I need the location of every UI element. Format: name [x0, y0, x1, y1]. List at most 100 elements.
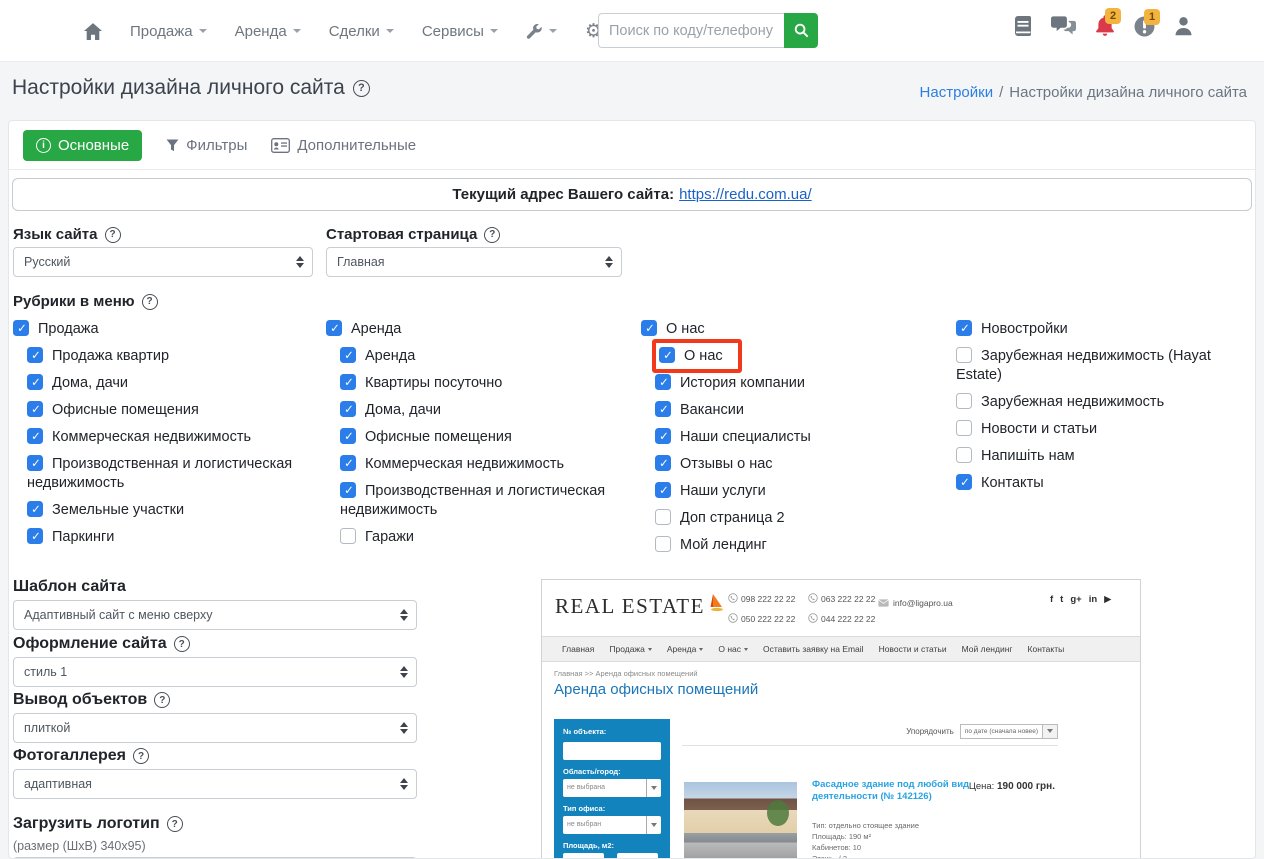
preview-menu-item-1[interactable]: Главная: [562, 644, 594, 654]
checkbox[interactable]: [27, 347, 44, 364]
checkbox-item[interactable]: О нас: [641, 320, 943, 339]
checkbox[interactable]: [655, 482, 672, 499]
wrench-icon[interactable]: [526, 23, 557, 40]
checkbox-item[interactable]: О нас: [641, 339, 943, 373]
preview-menu-item-6[interactable]: Новости и статьи: [879, 644, 947, 654]
youtube-icon[interactable]: ▶: [1104, 594, 1111, 605]
checkbox[interactable]: [326, 320, 343, 337]
checkbox-item[interactable]: Паркинги: [13, 528, 315, 547]
checkbox[interactable]: [956, 393, 972, 409]
nav-item-4[interactable]: Сервисы: [422, 23, 498, 40]
language-select[interactable]: Русский: [13, 247, 313, 277]
nav-item-2[interactable]: Аренда: [235, 23, 301, 40]
linkedin-icon[interactable]: in: [1089, 594, 1097, 605]
checkbox-item[interactable]: Дома, дачи: [13, 374, 315, 393]
help-icon[interactable]: [104, 226, 121, 243]
checkbox[interactable]: [655, 374, 672, 391]
checkbox-item[interactable]: Продажа: [13, 320, 315, 339]
region-select[interactable]: не выбрана: [563, 778, 661, 797]
checkbox-item[interactable]: Аренда: [326, 347, 628, 366]
checkbox[interactable]: [655, 509, 671, 525]
checkbox[interactable]: [655, 428, 672, 445]
search-button[interactable]: [784, 13, 818, 48]
checkbox[interactable]: [655, 401, 672, 418]
checkbox-item[interactable]: Аренда: [326, 320, 628, 339]
checkbox[interactable]: [340, 374, 357, 391]
checkbox[interactable]: [655, 455, 672, 472]
messages-icon[interactable]: [1051, 16, 1076, 36]
checkbox[interactable]: [27, 455, 44, 472]
checkbox-item[interactable]: Вакансии: [641, 401, 943, 420]
checkbox-item[interactable]: Квартиры посуточно: [326, 374, 628, 393]
checkbox-item[interactable]: Производственная и логистическая недвижи…: [13, 455, 315, 493]
checkbox[interactable]: [956, 320, 973, 337]
sort-select[interactable]: по дате (сначала новее): [959, 723, 1058, 739]
checkbox-item[interactable]: История компании: [641, 374, 943, 393]
tab-additional[interactable]: Дополнительные: [271, 137, 416, 154]
alerts-icon[interactable]: 1: [1134, 8, 1161, 37]
checkbox-item[interactable]: Контакты: [956, 474, 1255, 493]
object-id-input[interactable]: [563, 741, 661, 760]
notifications-bell-icon[interactable]: 2: [1095, 8, 1122, 37]
home-icon[interactable]: [84, 22, 102, 40]
preview-menu-item-7[interactable]: Мой лендинг: [962, 644, 1013, 654]
area-to-input[interactable]: [617, 852, 658, 858]
listing-photo[interactable]: [684, 782, 797, 858]
checkbox-item[interactable]: Дома, дачи: [326, 401, 628, 420]
help-icon[interactable]: [133, 748, 150, 764]
checkbox-item[interactable]: Новости и статьи: [956, 420, 1255, 439]
checkbox-item[interactable]: Отзывы о нас: [641, 455, 943, 474]
checkbox[interactable]: [340, 482, 357, 499]
preview-email-text[interactable]: info@ligapro.ua: [893, 598, 953, 608]
nav-item-1[interactable]: Продажа: [130, 23, 207, 40]
office-type-select[interactable]: не выбран: [563, 815, 661, 834]
checkbox[interactable]: [27, 528, 44, 545]
site-url-link[interactable]: https://redu.com.ua/: [679, 186, 812, 203]
google-plus-icon[interactable]: g+: [1070, 594, 1081, 605]
checkbox[interactable]: [340, 528, 356, 544]
start-page-select[interactable]: Главная: [326, 247, 622, 277]
preview-menu-item-3[interactable]: Аренда: [667, 644, 704, 654]
checkbox[interactable]: [956, 447, 972, 463]
checkbox[interactable]: [659, 347, 676, 364]
checkbox-item[interactable]: Коммерческая недвижимость: [13, 428, 315, 447]
checkbox-item[interactable]: Зарубежная недвижимость (Hayat Estate): [956, 347, 1255, 385]
checkbox[interactable]: [641, 320, 658, 337]
checkbox-item[interactable]: Продажа квартир: [13, 347, 315, 366]
checkbox-item[interactable]: Наши услуги: [641, 482, 943, 501]
checkbox-item[interactable]: Коммерческая недвижимость: [326, 455, 628, 474]
checkbox-item[interactable]: Гаражи: [326, 528, 628, 547]
nav-item-3[interactable]: Сделки: [329, 23, 394, 40]
checkbox[interactable]: [340, 455, 357, 472]
help-icon[interactable]: [154, 692, 171, 708]
search-input[interactable]: [598, 13, 784, 48]
checkbox[interactable]: [655, 536, 671, 552]
breadcrumb-link-settings[interactable]: Настройки: [920, 84, 994, 101]
help-icon[interactable]: [141, 293, 158, 310]
tab-filters[interactable]: Фильтры: [166, 137, 247, 154]
checkbox-item[interactable]: Наши специалисты: [641, 428, 943, 447]
checkbox-item[interactable]: Офисные помещения: [326, 428, 628, 447]
template-select[interactable]: Адаптивный сайт с меню сверху: [13, 600, 417, 630]
preview-menu-item-5[interactable]: Оставить заявку на Email: [763, 644, 864, 654]
checkbox-item[interactable]: Мой лендинг: [641, 536, 943, 555]
checkbox[interactable]: [340, 401, 357, 418]
checkbox[interactable]: [13, 320, 30, 337]
checkbox-item[interactable]: Доп страница 2: [641, 509, 943, 528]
checkbox-item[interactable]: Производственная и логистическая недвижи…: [326, 482, 628, 520]
checkbox-item[interactable]: Зарубежная недвижимость: [956, 393, 1255, 412]
objects-view-select[interactable]: плиткой: [13, 713, 417, 743]
checkbox[interactable]: [956, 347, 972, 363]
style-select[interactable]: стиль 1: [13, 657, 417, 687]
preview-menu-item-4[interactable]: О нас: [718, 644, 749, 654]
checkbox[interactable]: [340, 347, 357, 364]
preview-menu-item-2[interactable]: Продажа: [609, 644, 652, 654]
checkbox-item[interactable]: Офисные помещения: [13, 401, 315, 420]
twitter-icon[interactable]: t: [1060, 594, 1063, 605]
tab-main[interactable]: Основные: [23, 129, 143, 161]
help-icon[interactable]: [352, 79, 370, 97]
checkbox[interactable]: [27, 428, 44, 445]
checkbox-item[interactable]: Новостройки: [956, 320, 1255, 339]
checkbox[interactable]: [27, 401, 44, 418]
checkbox[interactable]: [27, 501, 44, 518]
